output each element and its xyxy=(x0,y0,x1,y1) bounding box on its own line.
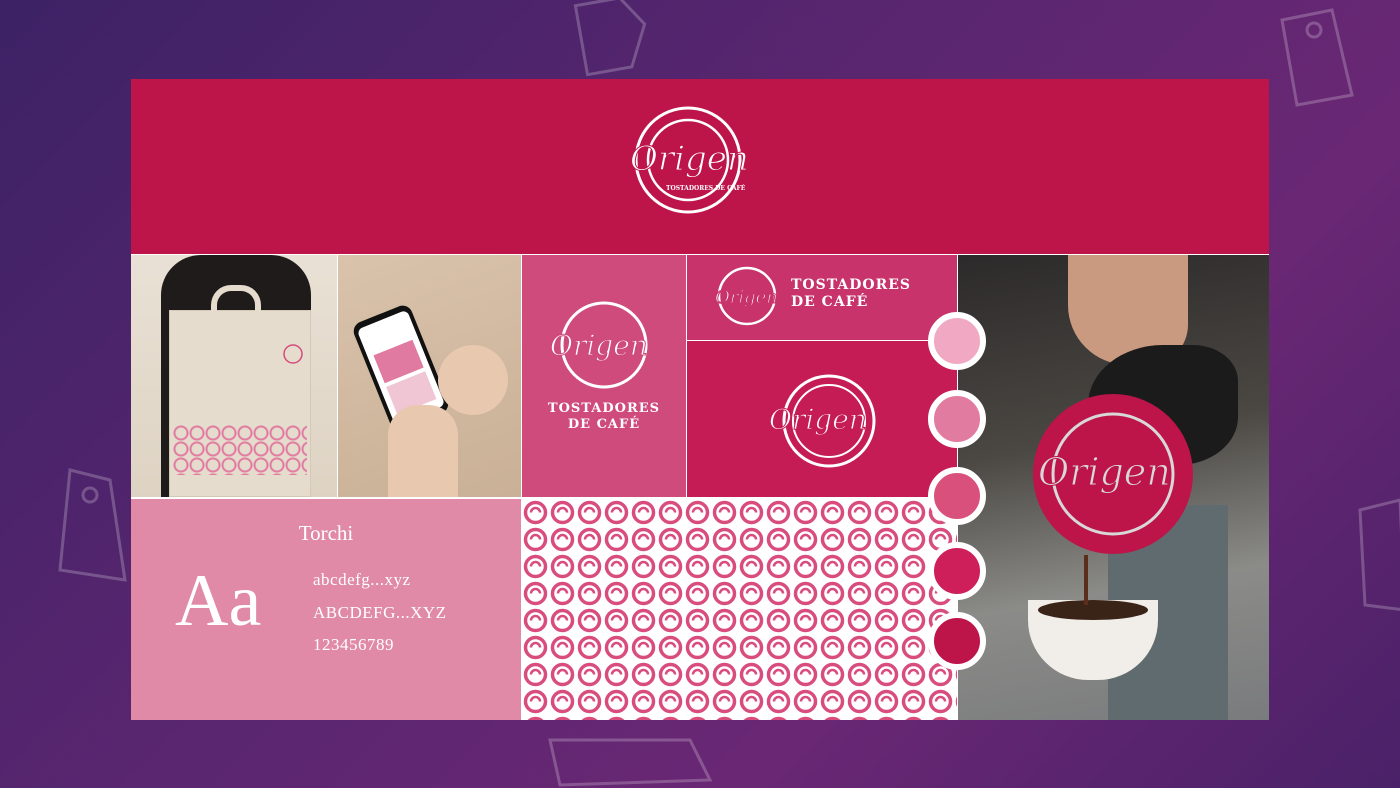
horizontal-logo-tile: Origen TOSTADORES DE CAFÉ xyxy=(687,255,957,340)
tote-bag-photo xyxy=(131,255,337,497)
svg-text:Origen: Origen xyxy=(550,329,648,362)
price-tag-icon xyxy=(1358,498,1400,611)
color-palette xyxy=(928,312,988,670)
palette-swatch-2 xyxy=(928,390,986,448)
brand-board: Origen TOSTADORES DE CAFÉ Origen TOSTADO… xyxy=(131,79,1269,720)
origen-logo: Origen TOSTADORES DE CAFÉ xyxy=(630,106,749,214)
palette-swatch-4 xyxy=(928,542,986,600)
font-sample-large: Aa xyxy=(175,560,262,642)
brand-pattern-tile xyxy=(522,499,957,720)
phone-mockup-photo xyxy=(338,255,521,497)
typography-tile: Torchi Aa abcdefg...xyz ABCDEFG...XYZ 12… xyxy=(131,499,521,720)
price-tag-icon xyxy=(58,468,127,582)
tagline-line-2: DE CAFÉ xyxy=(567,416,641,432)
logo-banner: Origen TOSTADORES DE CAFÉ xyxy=(131,79,1269,254)
price-tag-icon xyxy=(573,0,647,77)
origen-logo-stacked: Origen xyxy=(550,301,648,389)
svg-text:Origen: Origen xyxy=(1038,450,1171,494)
origen-logo-badge: Origen xyxy=(1033,394,1193,554)
origen-logo-mark: Origen xyxy=(769,374,876,468)
font-lowercase: abcdefg...xyz xyxy=(313,570,411,589)
logo-mark-tile: Origen xyxy=(687,341,957,497)
price-tag-icon xyxy=(1280,8,1354,107)
font-name: Torchi xyxy=(298,521,354,545)
stacked-logo-tile: Origen TOSTADORES DE CAFÉ xyxy=(522,255,686,497)
palette-swatch-5 xyxy=(928,612,986,670)
palette-swatch-3 xyxy=(928,467,986,525)
logo-tagline: TOSTADORES DE CAFÉ xyxy=(666,184,746,192)
coffee-pour-photo: Origen xyxy=(958,255,1269,720)
horizontal-tagline: TOSTADORES DE CAFÉ xyxy=(791,277,911,310)
font-numbers: 123456789 xyxy=(313,635,394,654)
svg-text:Origen: Origen xyxy=(715,287,778,308)
origen-logo-small: Origen xyxy=(715,266,778,326)
palette-swatch-1 xyxy=(928,312,986,370)
price-tag-icon xyxy=(548,738,713,787)
font-uppercase: ABCDEFG...XYZ xyxy=(313,603,447,622)
stacked-tagline: TOSTADORES DE CAFÉ xyxy=(522,401,686,432)
logo-wordmark: Origen xyxy=(630,139,749,179)
tagline-line-1: TOSTADORES xyxy=(547,401,661,416)
svg-text:Origen: Origen xyxy=(769,403,867,436)
